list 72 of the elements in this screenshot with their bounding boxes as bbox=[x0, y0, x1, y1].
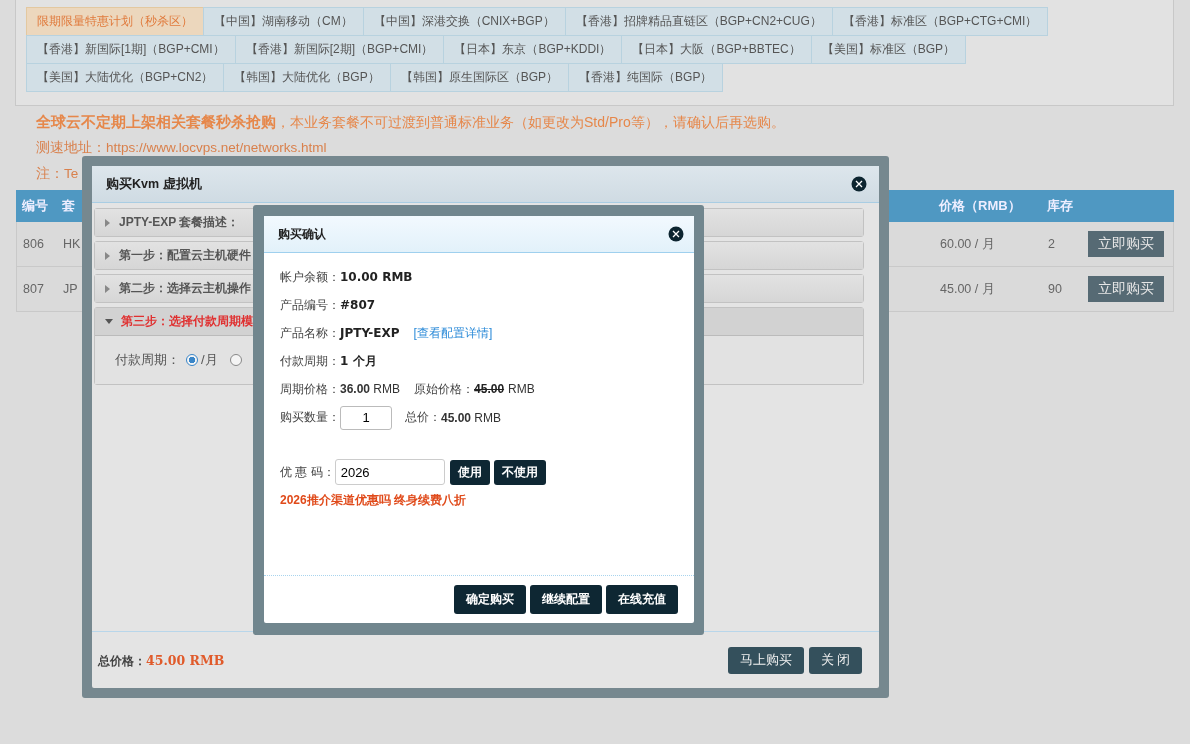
column-header: 库存 bbox=[1047, 197, 1074, 215]
radio-button[interactable] bbox=[229, 354, 242, 366]
radio-button[interactable] bbox=[186, 354, 198, 366]
accordion-header[interactable]: JPTY-EXP 套餐描述： bbox=[119, 214, 240, 231]
field-label: 总价： bbox=[405, 409, 441, 426]
tab[interactable]: 【美国】标准区（BGP） bbox=[810, 35, 967, 64]
field-value: #807 bbox=[340, 298, 376, 312]
promo-text: 2026推介渠道优惠吗 终身续费八折 bbox=[280, 492, 468, 509]
field-label: 原始价格： bbox=[414, 380, 475, 398]
tab[interactable]: 【韩国】原生国际区（BGP） bbox=[389, 63, 570, 92]
table-cell-text: 90 bbox=[1048, 282, 1063, 296]
column-header: 编号 bbox=[21, 197, 49, 215]
coupon-button[interactable]: 使用 bbox=[449, 459, 490, 485]
buy-button[interactable]: 立即购买 bbox=[1088, 276, 1164, 302]
dialog-button[interactable]: 马上购买 bbox=[727, 646, 804, 674]
field-value: 45.00 RMB bbox=[441, 410, 502, 425]
tab[interactable]: 【日本】大阪（BGP+BBTEC） bbox=[621, 35, 812, 64]
field-label: 帐户余额： bbox=[280, 268, 340, 286]
tab[interactable]: 【香港】新国际[1期]（BGP+CMI） bbox=[26, 35, 236, 64]
coupon-field[interactable]: 2026 bbox=[334, 459, 445, 485]
total-label: 总价格： bbox=[98, 653, 146, 668]
accordion-header[interactable]: 第三步：选择付款周期模 bbox=[121, 313, 253, 330]
field-value: 36.00 RMB bbox=[340, 382, 401, 396]
field-value: 1 个月 bbox=[340, 352, 377, 370]
tab[interactable]: 【香港】标准区（BGP+CTG+CMI） bbox=[831, 7, 1049, 36]
field-label: 周期价格： bbox=[280, 380, 340, 398]
table-cell: HK bbox=[63, 237, 81, 251]
buy-button[interactable]: 立即购买 bbox=[1088, 231, 1164, 257]
field-label: 购买数量： bbox=[280, 409, 340, 426]
field-label: 产品名称： bbox=[280, 324, 340, 342]
table-cell-text: 806 bbox=[22, 237, 45, 251]
tab[interactable]: 【中国】湖南移动（CM） bbox=[203, 7, 364, 36]
field-label: 付款周期： bbox=[115, 351, 180, 369]
tab[interactable]: 【日本】东京（BGP+KDDI） bbox=[443, 35, 623, 64]
speed-test-text: 测速地址：https://www.locvps.net/networks.html bbox=[36, 139, 327, 157]
tab[interactable]: 【香港】纯国际（BGP） bbox=[568, 63, 724, 92]
details-link[interactable]: [查看配置详情] bbox=[413, 324, 493, 342]
radio-label[interactable]: /月 bbox=[201, 351, 218, 369]
dialog-button[interactable]: 继续配置 bbox=[530, 585, 602, 614]
dialog-button[interactable]: 关 闭 bbox=[808, 646, 862, 674]
field-label: 付款周期： bbox=[280, 352, 340, 370]
dialog-button[interactable]: 确定购买 bbox=[454, 585, 526, 614]
field-label: 产品编号： bbox=[280, 296, 340, 314]
quantity-field[interactable]: 1 bbox=[340, 405, 392, 430]
table-cell-text: 807 bbox=[22, 282, 45, 296]
total-price: 45.00 RMB bbox=[146, 652, 225, 668]
table-cell: JP bbox=[63, 282, 78, 296]
tab[interactable]: 【香港】新国际[2期]（BGP+CMI） bbox=[234, 35, 445, 64]
dialog-title: 购买Kvm 虚拟机 bbox=[106, 175, 202, 193]
original-price: 45.00 bbox=[474, 382, 505, 396]
note-text: 注：Te bbox=[36, 165, 79, 183]
table-cell-text: 45.00 / 月 bbox=[940, 280, 996, 298]
field-label: 优 惠 码： bbox=[280, 463, 335, 481]
coupon-button[interactable]: 不使用 bbox=[493, 459, 546, 485]
currency-unit: RMB bbox=[508, 382, 535, 396]
column-header: 套 bbox=[62, 197, 76, 215]
tab[interactable]: 【美国】大陆优化（BGP+CN2） bbox=[26, 63, 225, 92]
close-icon[interactable] bbox=[851, 176, 867, 192]
tab[interactable]: 【香港】招牌精品直链区（BGP+CN2+CUG） bbox=[564, 7, 833, 36]
dialog-title: 购买确认 bbox=[278, 225, 326, 243]
tab[interactable]: 【韩国】大陆优化（BGP） bbox=[223, 63, 391, 92]
dialog-button[interactable]: 在线充值 bbox=[606, 585, 678, 614]
table-cell-text: 2 bbox=[1048, 237, 1056, 251]
column-header: 价格（RMB） bbox=[939, 197, 1022, 215]
notice-text: 全球云不定期上架相关套餐秒杀抢购，本业务套餐不可过渡到普通标准业务（如更改为Std/Pro等），请确认后再选购。 bbox=[36, 113, 785, 131]
field-value: 10.00 RMB bbox=[340, 270, 413, 284]
tab[interactable]: 【中国】深港交换（CNIX+BGP） bbox=[362, 7, 566, 36]
field-value: JPTY-EXP bbox=[340, 326, 400, 340]
table-cell-text: 60.00 / 月 bbox=[940, 235, 996, 253]
close-icon[interactable] bbox=[668, 226, 684, 242]
accordion-header[interactable]: 第二步：选择云主机操作 bbox=[119, 280, 251, 297]
accordion-header[interactable]: 第一步：配置云主机硬件 bbox=[119, 247, 251, 264]
